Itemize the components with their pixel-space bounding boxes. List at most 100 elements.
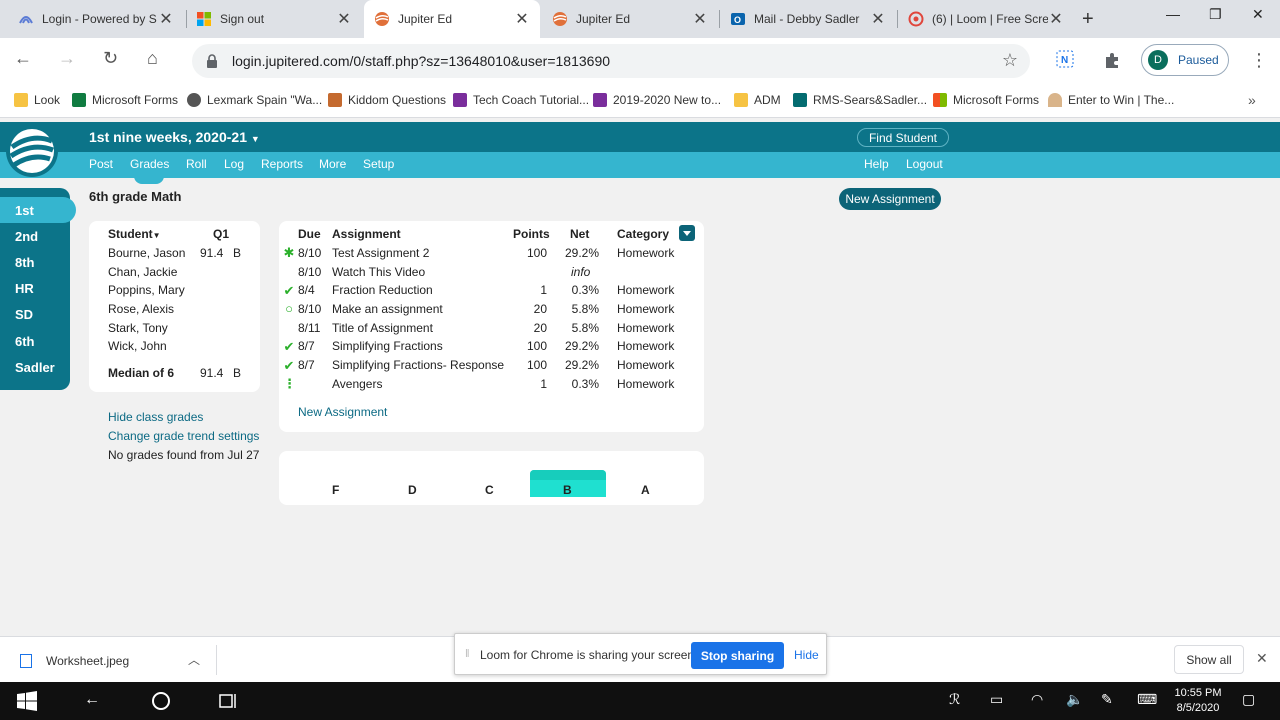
people-icon[interactable]: ℛ bbox=[949, 691, 960, 708]
assignment-name[interactable]: Title of Assignment bbox=[332, 321, 433, 335]
keyboard-icon[interactable]: ⌨ bbox=[1137, 691, 1157, 708]
browser-tab-jupiter-active[interactable]: Jupiter Ed ✕ bbox=[364, 0, 540, 38]
assignment-name[interactable]: Avengers bbox=[332, 377, 382, 391]
browser-menu-icon[interactable]: ⋮ bbox=[1250, 50, 1268, 71]
battery-icon[interactable]: ▭ bbox=[990, 691, 1003, 708]
show-all-button[interactable]: Show all bbox=[1174, 645, 1244, 674]
menu-more[interactable]: More bbox=[319, 157, 346, 171]
browser-tab-mail[interactable]: O Mail - Debby Sadler ✕ bbox=[720, 0, 896, 38]
points-column-header[interactable]: Points bbox=[513, 227, 550, 241]
menu-help[interactable]: Help bbox=[864, 157, 889, 171]
forward-arrow-icon[interactable]: → bbox=[58, 48, 76, 69]
due-column-header[interactable]: Due bbox=[298, 227, 321, 241]
student-name[interactable]: Rose, Alexis bbox=[108, 302, 174, 316]
assignment-name[interactable]: Simplifying Fractions bbox=[332, 339, 443, 353]
category-column-header[interactable]: Category bbox=[617, 227, 669, 241]
menu-reports[interactable]: Reports bbox=[261, 157, 303, 171]
net-column-header[interactable]: Net bbox=[570, 227, 589, 241]
cortana-icon[interactable] bbox=[151, 691, 171, 716]
browser-tab-login[interactable]: Login - Powered by S ✕ bbox=[8, 0, 184, 38]
menu-roll[interactable]: Roll bbox=[186, 157, 207, 171]
close-download-bar-icon[interactable]: ✕ bbox=[1256, 650, 1268, 667]
bookmark-item[interactable]: Kiddom Questions bbox=[328, 93, 446, 107]
new-tab-button[interactable]: + bbox=[1082, 8, 1094, 31]
assignment-name[interactable]: Make an assignment bbox=[332, 302, 443, 316]
system-clock[interactable]: 10:55 PM 8/5/2020 bbox=[1168, 686, 1228, 716]
extension-n-icon[interactable]: N bbox=[1056, 50, 1074, 73]
close-window-icon[interactable]: ✕ bbox=[1252, 6, 1264, 23]
student-column-header[interactable]: Student▼ bbox=[108, 227, 161, 241]
new-assignment-button[interactable]: New Assignment bbox=[839, 188, 941, 210]
reload-icon[interactable]: ↻ bbox=[103, 48, 118, 69]
change-trend-settings-link[interactable]: Change grade trend settings bbox=[108, 429, 259, 443]
browser-tab-jupiter[interactable]: Jupiter Ed ✕ bbox=[542, 0, 718, 38]
assignment-name[interactable]: Test Assignment 2 bbox=[332, 246, 429, 260]
close-tab-icon[interactable]: ✕ bbox=[692, 9, 708, 29]
assignment-name[interactable]: Simplifying Fractions- Response bbox=[332, 358, 504, 372]
menu-post[interactable]: Post bbox=[89, 157, 113, 171]
bookmark-item[interactable]: Microsoft Forms bbox=[72, 93, 178, 107]
assignment-column-header[interactable]: Assignment bbox=[332, 227, 401, 241]
student-name[interactable]: Wick, John bbox=[108, 339, 167, 353]
download-item[interactable]: Worksheet.jpeg bbox=[20, 654, 129, 668]
stop-sharing-button[interactable]: Stop sharing bbox=[691, 642, 784, 669]
bookmark-star-icon[interactable]: ☆ bbox=[1002, 50, 1018, 71]
pen-icon[interactable]: ✎ bbox=[1101, 691, 1113, 708]
assignment-name[interactable]: Fraction Reduction bbox=[332, 283, 433, 297]
home-icon[interactable]: ⌂ bbox=[147, 48, 158, 69]
term-selector[interactable]: 1st nine weeks, 2020-21 ▼ bbox=[89, 129, 260, 145]
close-tab-icon[interactable]: ✕ bbox=[514, 9, 530, 29]
student-name[interactable]: Bourne, Jason bbox=[108, 246, 185, 260]
class-tab-1st[interactable]: 1st bbox=[0, 197, 76, 223]
volume-icon[interactable]: 🔈 bbox=[1066, 691, 1083, 708]
drag-grip-icon[interactable]: ‖ bbox=[465, 648, 470, 660]
bookmark-item[interactable]: Enter to Win | The... bbox=[1048, 93, 1174, 107]
menu-log[interactable]: Log bbox=[224, 157, 244, 171]
bookmarks-overflow-icon[interactable]: » bbox=[1248, 92, 1256, 108]
class-tab-sadler[interactable]: Sadler bbox=[0, 354, 70, 380]
assignment-info[interactable]: info bbox=[571, 265, 590, 279]
address-bar[interactable]: login.jupitered.com/0/staff.php?sz=13648… bbox=[192, 44, 1030, 78]
find-student-button[interactable]: Find Student bbox=[857, 128, 949, 147]
windows-start-icon[interactable] bbox=[17, 691, 37, 716]
minimize-icon[interactable]: — bbox=[1166, 6, 1180, 22]
new-assignment-link[interactable]: New Assignment bbox=[298, 405, 387, 419]
back-arrow-icon[interactable]: ← bbox=[84, 691, 100, 709]
close-tab-icon[interactable]: ✕ bbox=[158, 9, 174, 29]
close-tab-icon[interactable]: ✕ bbox=[870, 9, 886, 29]
menu-setup[interactable]: Setup bbox=[363, 157, 394, 171]
bookmark-item[interactable]: ADM bbox=[734, 93, 781, 107]
bookmark-item[interactable]: Microsoft Forms bbox=[933, 93, 1039, 107]
extensions-puzzle-icon[interactable] bbox=[1103, 50, 1123, 75]
close-tab-icon[interactable]: ✕ bbox=[336, 9, 352, 29]
wifi-icon[interactable]: ◠ bbox=[1031, 691, 1043, 708]
hide-class-grades-link[interactable]: Hide class grades bbox=[108, 410, 203, 424]
back-arrow-icon[interactable]: ← bbox=[14, 48, 32, 69]
browser-tab-loom[interactable]: (6) | Loom | Free Scre ✕ bbox=[898, 0, 1074, 38]
jupiter-logo-icon[interactable] bbox=[6, 125, 58, 177]
class-tab-8th[interactable]: 8th bbox=[0, 249, 70, 275]
restore-icon[interactable]: ❐ bbox=[1209, 6, 1222, 23]
browser-tab-signout[interactable]: Sign out ✕ bbox=[186, 0, 362, 38]
close-tab-icon[interactable]: ✕ bbox=[1048, 9, 1064, 29]
bookmark-item[interactable]: Lexmark Spain "Wa... bbox=[187, 93, 322, 107]
student-name[interactable]: Chan, Jackie bbox=[108, 265, 177, 279]
drag-handle-icon[interactable]: ⋮ bbox=[283, 376, 296, 391]
category-dropdown-icon[interactable] bbox=[679, 225, 695, 241]
profile-button[interactable]: D Paused bbox=[1141, 44, 1229, 76]
menu-logout[interactable]: Logout bbox=[906, 157, 943, 171]
assignment-name[interactable]: Watch This Video bbox=[332, 265, 425, 279]
notifications-icon[interactable]: ▢ bbox=[1242, 691, 1255, 708]
q1-column-header[interactable]: Q1 bbox=[213, 227, 229, 241]
student-name[interactable]: Stark, Tony bbox=[108, 321, 168, 335]
class-tab-2nd[interactable]: 2nd bbox=[0, 223, 70, 249]
hide-link[interactable]: Hide bbox=[794, 648, 819, 662]
bookmark-item[interactable]: Look bbox=[14, 93, 60, 107]
task-view-icon[interactable] bbox=[218, 691, 238, 716]
student-name[interactable]: Poppins, Mary bbox=[108, 283, 185, 297]
menu-grades[interactable]: Grades bbox=[130, 157, 169, 171]
bookmark-item[interactable]: Tech Coach Tutorial... bbox=[453, 93, 589, 107]
bookmark-item[interactable]: RMS-Sears&Sadler... bbox=[793, 93, 927, 107]
class-tab-sd[interactable]: SD bbox=[0, 301, 70, 327]
bookmark-item[interactable]: 2019-2020 New to... bbox=[593, 93, 721, 107]
